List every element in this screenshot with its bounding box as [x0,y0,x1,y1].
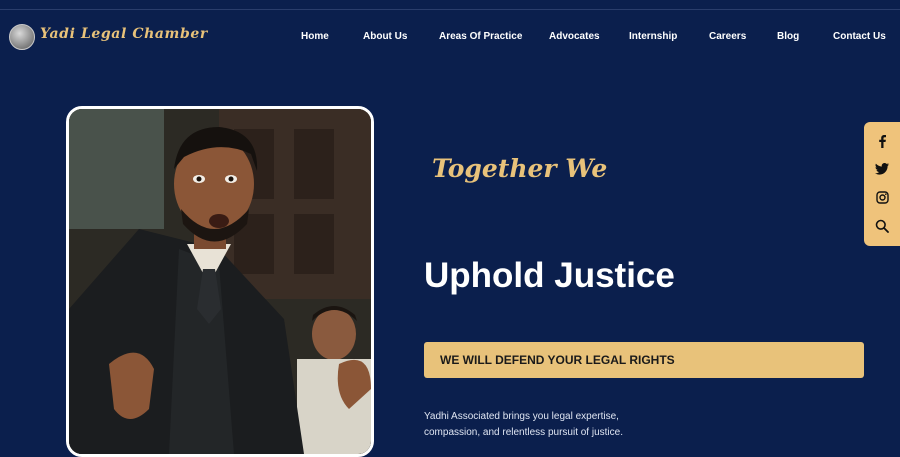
site-header: Yadi Legal Chamber Home About Us Areas O… [0,10,900,65]
lawyer-illustration [69,109,371,454]
instagram-icon[interactable] [873,188,891,206]
facebook-icon[interactable] [873,132,891,150]
social-sidebar [864,122,900,246]
nav-about-us[interactable]: About Us [363,31,407,42]
hero-title: Uphold Justice [424,256,675,295]
hero-script-tagline: Together We [432,154,608,183]
main-nav: Home About Us Areas Of Practice Advocate… [0,31,900,47]
hero-image-lawyer [66,106,374,457]
search-icon[interactable] [873,217,891,235]
nav-advocates[interactable]: Advocates [549,31,600,42]
nav-internship[interactable]: Internship [629,31,677,42]
twitter-icon[interactable] [873,160,891,178]
nav-careers[interactable]: Careers [709,31,746,42]
nav-contact-us[interactable]: Contact Us [833,31,886,42]
hero-description: Yadhi Associated brings you legal expert… [424,411,623,438]
nav-blog[interactable]: Blog [777,31,799,42]
nav-areas-of-practice[interactable]: Areas Of Practice [439,31,522,42]
nav-home[interactable]: Home [301,31,329,42]
defend-rights-button[interactable]: WE WILL DEFEND YOUR LEGAL RIGHTS [424,342,864,378]
